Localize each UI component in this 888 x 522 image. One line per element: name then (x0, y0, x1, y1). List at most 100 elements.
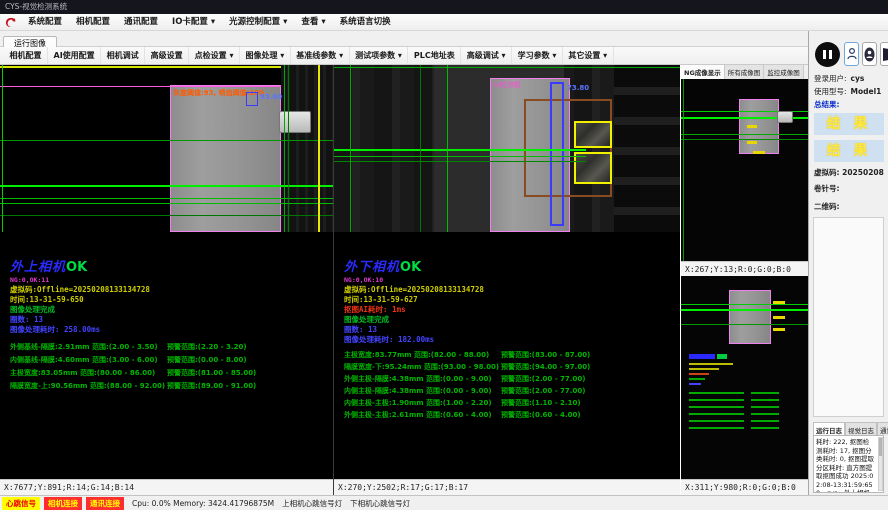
heartbeat-badge: 心跳信号 (2, 497, 40, 510)
toolbar-button[interactable]: PLC地址表 (408, 47, 461, 64)
measurement-row: 内侧主极-隔膜:4.38mm 范围:(0.00 - 9.00) 预警范围:(2.… (344, 385, 662, 397)
workpiece-region (739, 99, 779, 154)
cursor-line-vertical (318, 65, 320, 232)
baseline-vertical (447, 65, 448, 232)
menu-item[interactable]: 系统语言切换 (333, 14, 398, 30)
mini-text-line (751, 392, 779, 394)
thumbnail-view-1[interactable] (681, 79, 808, 261)
toolbar: 相机配置AI使用配置相机调试高级设置点检设置 ▾图像处理 ▾基准线参数 ▾测试项… (0, 47, 808, 65)
pause-icon (815, 42, 840, 67)
camera-image-lower-outer[interactable]: AI检测框 73.80 (334, 65, 680, 232)
model-value[interactable]: Model1 (851, 87, 882, 96)
baseline-vertical (2, 65, 3, 232)
measurement-row: 主极宽度:83.05mm 范围:(80.00 - 86.00) 预警范围:(81… (10, 367, 328, 380)
tab-detect-box (574, 121, 612, 148)
toolbar-button[interactable]: 高级调试 ▾ (461, 47, 512, 64)
measure-tag: 73.80 (567, 84, 589, 92)
mini-text-line (689, 413, 744, 415)
login-user-button[interactable] (844, 42, 859, 66)
ng-count-line: NG:0,OK:10 (344, 275, 484, 285)
measurement-row: 隔膜宽度-上:90.56mm 范围:(88.00 - 92.00) 预警范围:(… (10, 380, 328, 393)
status-bar: 心跳信号 相机连接 通讯连接 Cpu: 0.0% Memory: 3424.41… (0, 495, 888, 510)
mini-text-line (689, 427, 744, 429)
menu-item[interactable]: 光源控制配置 ▾ (222, 14, 294, 30)
camera-image-upper-outer[interactable]: 灰度阈值:93, 喷齿阈值:100 93.60 (0, 65, 333, 232)
measurement-row: 外侧主极-主极:2.61mm 范围:(0.60 - 4.00) 预警范围:(0.… (344, 409, 662, 421)
mini-text-line (689, 363, 733, 365)
toolbar-button[interactable]: 测试项参数 ▾ (350, 47, 409, 64)
time-line: 时间:13-31-59-650 (10, 295, 150, 305)
thumbnail-tab[interactable]: 所有成像图 (725, 65, 765, 79)
toolbar-button[interactable]: 图像处理 ▾ (240, 47, 291, 64)
measure-box (550, 82, 564, 226)
toolbar-button[interactable]: 基准线参数 ▾ (291, 47, 350, 64)
thumbnail-tab[interactable]: NG成像显示 (681, 65, 725, 79)
mini-text-line (717, 354, 727, 359)
mini-label (773, 316, 785, 319)
mini-text-line (689, 368, 719, 370)
mini-text-line (751, 420, 779, 422)
result-ok: OK (400, 260, 421, 275)
status-line: 图像处理完成 (344, 315, 484, 325)
log-tab[interactable]: 视觉日志 (845, 422, 877, 435)
thumbnail-tab[interactable]: 监控成像图 (764, 65, 804, 79)
toolbar-button[interactable]: 学习参数 ▾ (512, 47, 563, 64)
log-scrollbar[interactable] (878, 437, 883, 491)
mini-label (773, 328, 785, 331)
status-line: 图像处理完成 (10, 305, 150, 315)
pixel-coords-upper: X:7677;Y:891;R:14;G:14;B:14 (0, 479, 333, 495)
log-output[interactable]: 耗时: 222, 抠图检测耗时: 17, 抠图分类耗时: 0, 抠图提取分区耗时… (813, 435, 884, 493)
exit-button[interactable] (880, 42, 888, 66)
elapsed-line: 图像处理耗时: 258.00ms (10, 325, 150, 335)
log-tab[interactable]: 运行日志 (813, 422, 845, 435)
measurement-row: 隔膜宽度-下:95.24mm 范围:(93.00 - 98.00) 预警范围:(… (344, 361, 662, 373)
toolbar-button[interactable]: AI使用配置 (48, 47, 101, 64)
thumbnail-view-2[interactable] (681, 276, 808, 479)
toolbar-button[interactable]: 其它设置 ▾ (563, 47, 614, 64)
mini-text-line (751, 399, 779, 401)
ai-box-label: AI检测框 (493, 80, 521, 90)
login-user-row: 登录用户:cys (814, 73, 884, 86)
operator-button[interactable] (862, 42, 877, 66)
workpiece-region (729, 290, 771, 344)
menu-item[interactable]: 系统配置 (21, 14, 69, 30)
mini-text-line (751, 413, 779, 415)
toolbar-button[interactable]: 相机调试 (101, 47, 145, 64)
round-line: 圈数: 13 (344, 325, 484, 335)
window-titlebar: CYS-视觉检测系统 (0, 0, 888, 14)
upper-cam-heartbeat-label: 上相机心跳信号灯 (282, 498, 342, 509)
mini-text-line (689, 420, 744, 422)
result-indicator-lower: 结 果 (814, 140, 884, 162)
app-logo-icon (4, 16, 17, 29)
result-indicator-upper: 结 果 (814, 113, 884, 135)
pixel-coords-thumb2: X:311;Y:980;R:0;G:0;B:0 (681, 479, 808, 495)
mini-label (753, 151, 765, 154)
login-user-label: 登录用户: (814, 74, 847, 83)
menu-item[interactable]: 通讯配置 (117, 14, 165, 30)
mini-text-line (751, 406, 779, 408)
lower-cam-heartbeat-label: 下相机心跳信号灯 (350, 498, 410, 509)
control-buttons (813, 40, 888, 68)
result-info-upper: 外上相机OK NG:0,OK:11 虚拟码:Offline=2025020813… (10, 261, 150, 335)
workpiece-region (170, 85, 281, 232)
info-list-box[interactable] (813, 217, 884, 417)
menu-item[interactable]: 查看 ▾ (294, 14, 332, 30)
measurement-row: 内侧主极-主极:1.90mm 范围:(1.00 - 2.20) 预警范围:(1.… (344, 397, 662, 409)
toolbar-button[interactable]: 点检设置 ▾ (189, 47, 240, 64)
model-row: 使用型号:Model1 (814, 86, 884, 99)
menu-item[interactable]: IO卡配置 ▾ (165, 14, 222, 30)
camera-link-badge: 相机连接 (44, 497, 82, 510)
camera-name: 外上相机OK (10, 261, 150, 275)
control-fields: 登录用户:cys 使用型号:Model1 总结果: 结 果 结 果 虚拟码: 2… (814, 73, 884, 231)
window-title: CYS-视觉检测系统 (5, 2, 67, 11)
pin-label: 卷针号: (814, 183, 884, 195)
measurement-row: 内侧基线-隔膜:4.60mm 范围:(3.00 - 6.00) 预警范围:(0.… (10, 354, 328, 367)
toolbar-button[interactable]: 相机配置 (4, 47, 48, 64)
pause-button[interactable] (813, 40, 841, 68)
log-tab[interactable]: 通讯日志 (877, 422, 888, 435)
baseline (334, 149, 586, 151)
toolbar-button[interactable]: 高级设置 (145, 47, 189, 64)
ai-elapsed-line: 抠图AI耗时: 1ms (344, 305, 484, 315)
menu-item[interactable]: 相机配置 (69, 14, 117, 30)
tab-row: 运行图像 (0, 31, 808, 47)
